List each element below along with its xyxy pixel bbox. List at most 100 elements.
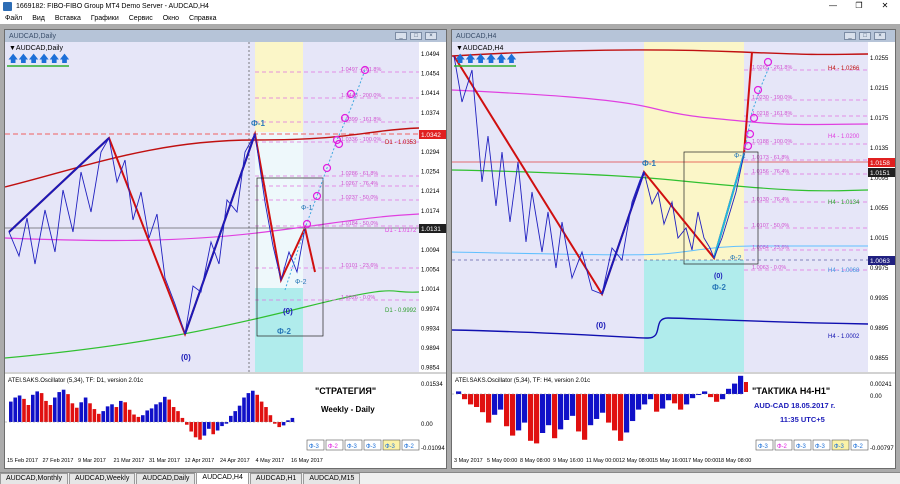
oscillator-bar [492,394,498,415]
oscillator-bar [612,394,618,431]
oscillator-bar [17,395,22,422]
chart-minimize-button[interactable]: _ [844,32,856,40]
oscillator-bar [552,394,558,439]
wave-filter-button-label: Ф-3 [834,444,845,450]
chart-minimize-button[interactable]: _ [395,32,407,40]
fibo-label: 1.0218 - 161.8% [752,111,792,117]
arrow-indicators: 🡅🡅🡅🡅🡅🡅 [454,53,517,67]
time-tick: 12 May 08:00 [619,458,652,464]
price-tick: 0.9855 [870,356,889,362]
oscillator-bar [176,411,180,422]
chart-maximize-button[interactable]: □ [859,32,871,40]
wave-filter-button-label: Ф-3 [347,444,358,450]
oscillator-bar [264,407,268,422]
oscillator-bar [540,394,546,433]
oscillator-bar [690,394,696,399]
chart-close-button[interactable]: × [425,32,437,40]
time-tick: 27 Feb 2017 [43,458,74,464]
oscillator-bar [141,415,145,422]
menu-tools[interactable]: Сервис [129,15,153,22]
daily-chart[interactable]: 1.0497 - 261.8%1.0448 - 200.0%1.0399 - 1… [4,42,446,468]
menu-window[interactable]: Окно [163,15,179,22]
price-tick: 1.0215 [870,86,889,92]
time-tick: 9 May 16:00 [553,458,583,464]
chart-tab[interactable]: AUDCAD,Weekly [69,473,136,484]
chart-window-daily[interactable]: AUDCAD,Daily _ □ × 1.0497 - 261.8% 1.0448… [4,29,447,469]
chart-tab[interactable]: AUDCAD,Daily [136,473,196,484]
oscillator-bar [145,410,149,422]
chart-window-titlebar[interactable]: AUDCAD,Daily _ □ × [5,30,446,42]
oscillator-bar [642,394,648,405]
chart-tab[interactable]: AUDCAD,Monthly [0,473,69,484]
oscillator-bar [576,394,582,432]
oscillator-bar [211,422,215,435]
oscillator-bar [158,402,163,422]
menu-help[interactable]: Справка [189,15,216,22]
oscillator-bar [123,402,127,422]
menu-insert[interactable]: Вставка [55,15,81,22]
fibo-label: 1.0230 - 190.0% [752,95,792,101]
chart-tab[interactable]: AUDCAD,H1 [249,473,303,484]
oscillator-bar [654,394,660,412]
price-tick: 1.0094 [421,248,440,254]
price-tick: 1.0414 [421,91,440,97]
time-tick: 12 Apr 2017 [185,458,215,464]
wave-filter-button-label: Ф-3 [815,444,826,450]
oscillator-bar [163,396,167,422]
time-axis: 15 Feb 2017 27 Feb 2017 9 Mar 2017 21 Mar 2… [7,458,323,464]
menu-file[interactable]: Файл [5,15,22,22]
oscillator-bar [660,394,666,409]
price-tick: 0.9895 [870,326,889,332]
menu-charts[interactable]: Графики [91,15,119,22]
oscillator-bar [468,394,474,405]
fibo-label: 1.0026 - 0.0% [341,295,375,301]
time-tick: 11 May 00:00 [586,458,619,464]
time-zone-yellow [644,42,744,260]
tactic-title: "ТАКТИКА H4-H1" [752,386,830,396]
price-tick: 1.0494 [421,52,440,58]
oscillator-bar [564,394,570,420]
price-tick: 0.9894 [421,346,440,352]
chart-maximize-button[interactable]: □ [410,32,422,40]
chart-tabs: AUDCAD,Monthly AUDCAD,Weekly AUDCAD,Daily A… [0,472,900,484]
price-tick: 0.9974 [421,307,440,313]
oscillator-title: ATEI.SAKS.Oscillator (5,34), TF: D1, ver… [8,378,143,384]
oscillator-bar [286,420,290,422]
time-tick: 31 Mar 2017 [149,458,180,464]
oscillator-bar [570,394,576,416]
fibo-label: 1.0237 - 50.0% [341,195,378,201]
fibo-label: 1.0267 - 76.4% [341,181,378,187]
chart-window-titlebar[interactable]: AUDCAD,H4 _ □ × [452,30,895,42]
tactic-time: 11:35 UTC+5 [780,415,825,424]
oscillator-bar [648,394,654,400]
oscillator-bar [171,407,176,422]
oscillator-bar [185,422,189,425]
oscillator-bar [273,422,277,424]
menu-view[interactable]: Вид [32,15,45,22]
svg-text:🡅🡅🡅🡅🡅🡅: 🡅🡅🡅🡅🡅🡅 [8,53,70,65]
chart-window-h4[interactable]: AUDCAD,H4 _ □ × 1.0265 - 261.8% 1.0230 - … [451,29,896,469]
price-tick: 1.0015 [870,236,889,242]
close-button[interactable]: ✕ [874,0,896,12]
app-icon [3,1,12,11]
minimize-button[interactable]: — [822,0,844,12]
mdi-area: AUDCAD,Daily _ □ × 1.0497 - 261.8% 1.0448… [0,26,900,472]
oscillator-bar [630,394,636,422]
svg-text:🡅🡅🡅🡅🡅🡅: 🡅🡅🡅🡅🡅🡅 [455,53,517,65]
chart-close-button[interactable]: × [874,32,886,40]
wave-label-f1-small: Ф-1 [734,153,746,160]
oscillator-bar [220,422,224,427]
chart-tab[interactable]: AUDCAD,M15 [303,473,361,484]
time-tick: 9 Mar 2017 [78,458,106,464]
oscillator-bar [229,415,233,422]
chart-tab[interactable]: AUDCAD,H4 [196,472,249,484]
oscillator-bar [246,393,251,422]
oscillator-bar [281,422,286,426]
oscillator-bar [251,390,255,422]
wave-label-zero: (0) [596,321,606,330]
oscillator-bar [510,394,516,436]
h4-chart[interactable]: 1.0265 - 261.8% 1.0230 - 190.0% 1.0218 - 1… [451,42,895,468]
restore-button[interactable]: ❐ [848,0,870,12]
oscillator-bar [486,394,492,423]
wave-label-f1: Ф-1 [642,159,656,168]
